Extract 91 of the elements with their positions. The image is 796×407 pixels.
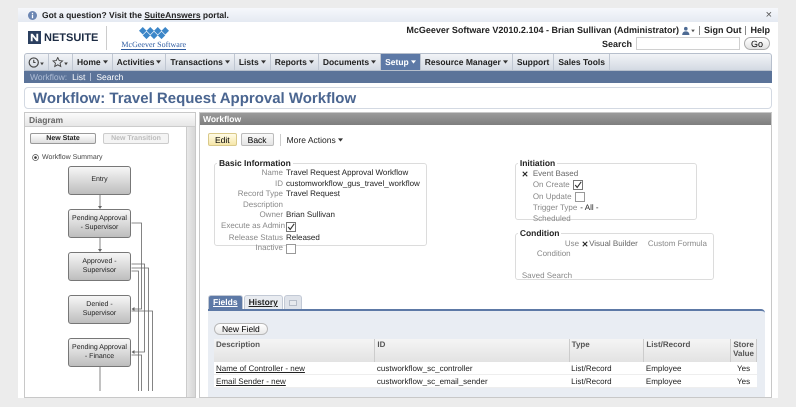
checkbox[interactable] xyxy=(574,192,585,202)
star-icon[interactable] xyxy=(52,56,69,68)
table-cell: List/Record xyxy=(569,374,644,388)
partner-logo: McGeever Software xyxy=(121,40,186,50)
nav-tab[interactable]: Home xyxy=(73,54,113,70)
field-value: Travel Request xyxy=(286,189,341,200)
field-label: Inactive xyxy=(254,243,283,254)
subnav-label: Workflow: xyxy=(30,72,68,82)
column-header: ID xyxy=(374,339,570,362)
radio-option[interactable]: Scheduled xyxy=(522,214,571,224)
info-icon xyxy=(28,10,37,20)
column-header: Store Value xyxy=(730,339,756,362)
column-header: Type xyxy=(569,339,644,362)
search-field[interactable] xyxy=(636,37,740,50)
panel-title: Diagram xyxy=(29,114,64,124)
notice-text: Got a question? Visit the SuiteAnswers portal. xyxy=(42,10,230,20)
panel-title: Workflow xyxy=(203,114,242,124)
netsuite-logo: NETSUITE xyxy=(44,32,98,44)
close-icon[interactable]: × xyxy=(766,10,772,20)
table-cell: Yes xyxy=(730,362,756,374)
field-label: ID xyxy=(274,178,283,189)
field-label: Record Type xyxy=(236,189,283,200)
field-label: Use xyxy=(564,238,580,249)
field-value: Brian Sullivan xyxy=(286,210,336,220)
table-cell: custworkflow_sc_controller xyxy=(374,362,570,374)
table-cell: List/Record xyxy=(569,362,644,374)
radio-icon[interactable] xyxy=(32,154,39,161)
field-label: Execute as Admin xyxy=(221,220,283,232)
nav-tab[interactable]: Transactions xyxy=(166,54,235,70)
connector-arrow xyxy=(98,195,102,209)
scrollbar[interactable] xyxy=(186,127,195,397)
caret-icon xyxy=(338,138,343,142)
field-value: Released xyxy=(286,232,321,243)
radio-option[interactable]: Visual Builder xyxy=(579,238,638,249)
clock-icon[interactable] xyxy=(28,56,45,68)
tab-icon xyxy=(288,300,297,306)
x-mark-icon xyxy=(582,240,588,247)
field-label: Description xyxy=(242,200,283,210)
checkbox[interactable] xyxy=(572,180,583,190)
radio-option[interactable]: Event Based xyxy=(522,168,578,179)
nav-tab[interactable]: Reports xyxy=(270,54,319,70)
nav-tab[interactable]: Sales Tools xyxy=(554,54,610,70)
field-label: Trigger Type xyxy=(532,203,578,214)
subnav-link[interactable]: List xyxy=(72,72,86,82)
nav-tab[interactable]: Lists xyxy=(234,54,271,70)
user-icon[interactable] xyxy=(682,26,695,34)
table-cell: Employee xyxy=(644,374,731,388)
checkbox[interactable] xyxy=(286,244,296,254)
field-value: - All - xyxy=(580,203,599,214)
group-title: Basic Information xyxy=(218,158,292,168)
row-link[interactable]: Email Sender - new xyxy=(214,374,375,388)
suiteanswers-link[interactable]: SuiteAnswers xyxy=(144,10,201,20)
column-header: List/Record xyxy=(644,339,731,362)
checkbox[interactable] xyxy=(286,222,296,232)
action-button[interactable]: Edit xyxy=(208,133,237,146)
field-value: customworkflow_gus_travel_workflow xyxy=(286,178,420,189)
connector-line xyxy=(99,366,100,391)
nav-tab[interactable]: Resource Manager xyxy=(420,54,513,70)
x-mark-icon xyxy=(522,170,528,177)
connector-arrow xyxy=(98,238,102,252)
header-link[interactable]: Sign Out xyxy=(704,25,742,35)
field-label: On Create xyxy=(532,180,570,190)
subtab[interactable]: Fields xyxy=(208,295,243,309)
page-title: Workflow: Travel Request Approval Workflow xyxy=(33,90,356,106)
nav-tab[interactable]: Setup xyxy=(381,54,421,70)
field-label: On Update xyxy=(532,192,572,202)
field-value: Travel Request Approval Workflow xyxy=(286,168,410,178)
group-title: Condition xyxy=(518,228,560,238)
table-cell: Employee xyxy=(644,362,731,374)
go-button[interactable]: Go xyxy=(744,37,770,50)
table-cell: custworkflow_sc_email_sender xyxy=(374,374,570,388)
new-field-button[interactable]: New Field xyxy=(214,323,268,335)
header-link[interactable]: Help xyxy=(750,25,770,35)
account-label: McGeever Software V2010.2.104 - Brian Sullivan (Administrator) xyxy=(406,25,679,35)
group-title: Initiation xyxy=(518,158,556,168)
nav-tab[interactable]: Activities xyxy=(112,54,166,70)
action-button[interactable]: Back xyxy=(240,133,274,146)
field-label: Release Status xyxy=(228,232,283,243)
row-link[interactable]: Name of Controller - new xyxy=(214,362,375,374)
nav-tab[interactable]: Support xyxy=(512,54,554,70)
field-label: Owner xyxy=(258,210,283,220)
column-header: Description xyxy=(214,339,375,362)
netsuite-mark-icon xyxy=(28,31,41,44)
search-label: Search xyxy=(602,38,632,48)
field-label: Name xyxy=(260,168,283,178)
more-actions-menu[interactable]: More Actions xyxy=(286,134,343,144)
subnav-link[interactable]: Search xyxy=(96,72,124,82)
subtab[interactable]: History xyxy=(244,295,283,309)
field-label: Saved Search xyxy=(522,270,574,281)
radio-option[interactable]: Custom Formula xyxy=(638,238,707,249)
field-label: Condition xyxy=(536,249,572,260)
